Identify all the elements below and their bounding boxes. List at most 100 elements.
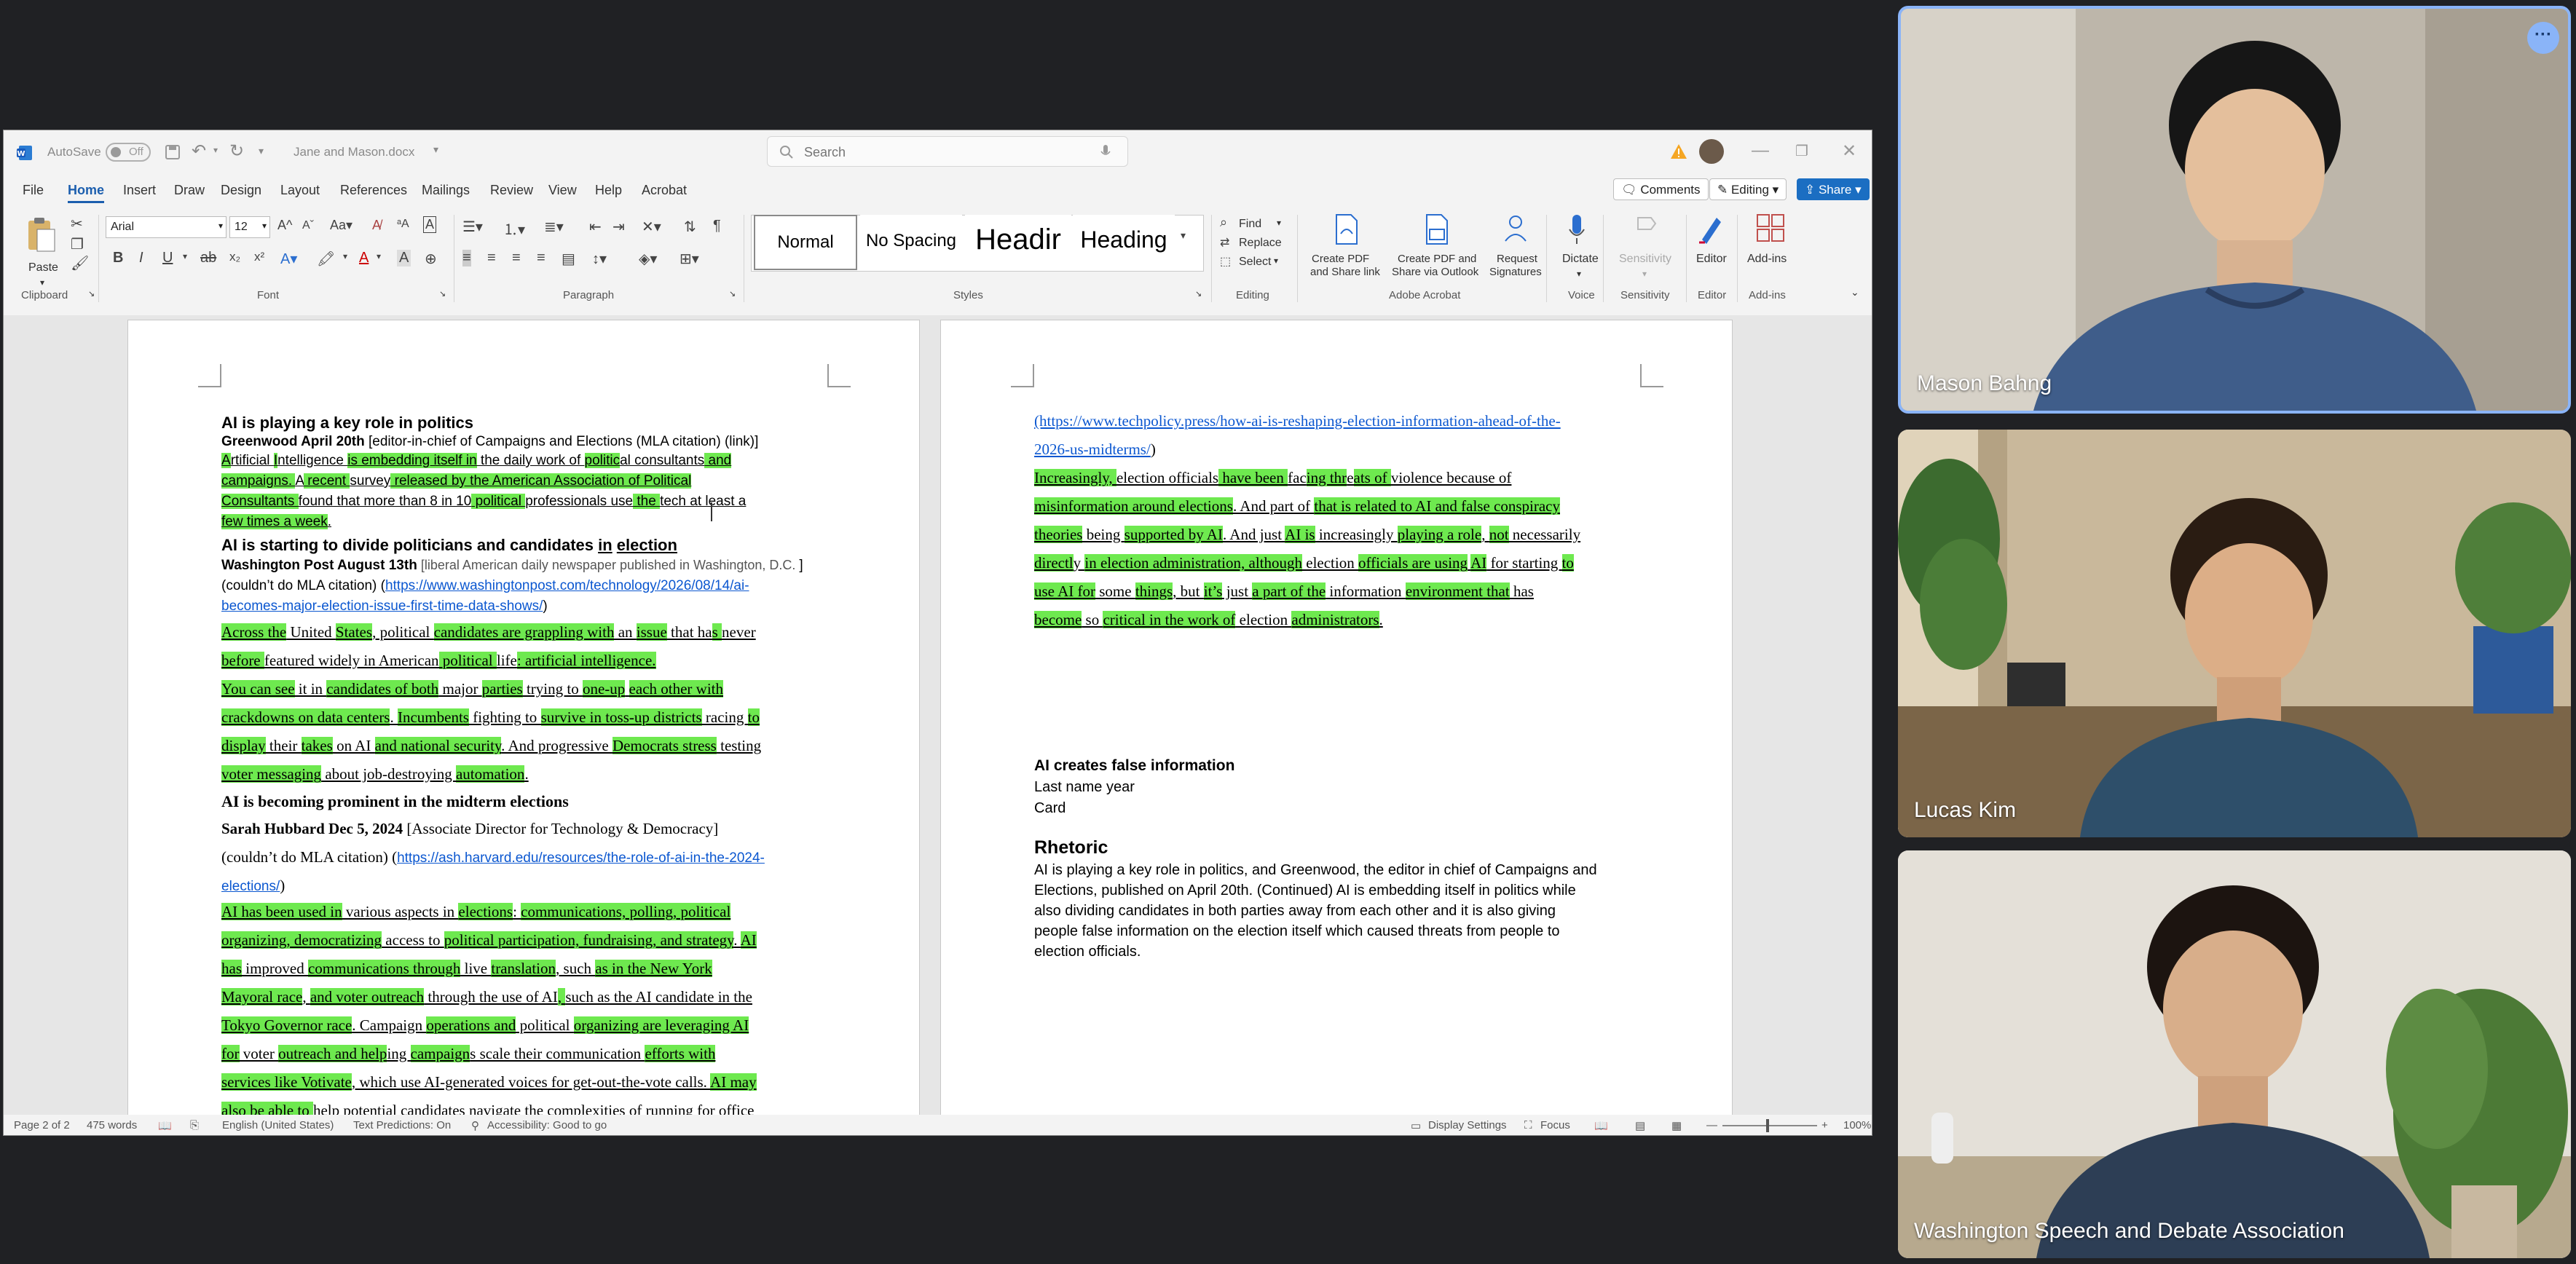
multilevel-list-icon[interactable]: ≣▾ xyxy=(544,218,564,236)
editor-button[interactable]: Editor xyxy=(1696,253,1727,266)
link-harvard-2[interactable]: elections/ xyxy=(221,879,280,894)
replace-button[interactable]: Replace xyxy=(1239,237,1282,250)
font-size-dropdown[interactable]: 12 ▾ xyxy=(229,216,270,238)
character-border-icon[interactable]: A xyxy=(423,216,437,233)
editor-icon[interactable] xyxy=(1696,213,1725,245)
create-pdf-button[interactable]: Create PDF xyxy=(1312,253,1369,265)
paragraph-launcher-icon[interactable]: ↘ xyxy=(729,289,736,299)
italic-icon[interactable]: I xyxy=(139,250,143,266)
grow-font-icon[interactable]: A^ xyxy=(277,218,292,233)
numbering-icon[interactable]: ⒈▾ xyxy=(503,218,525,239)
copy-icon[interactable]: ❐ xyxy=(71,235,84,253)
print-layout-icon[interactable]: ▤ xyxy=(1635,1119,1645,1132)
request-signatures-button[interactable]: Request xyxy=(1497,253,1537,265)
dictate-icon[interactable] xyxy=(1568,213,1586,245)
highlight-icon[interactable]: 🖍 xyxy=(317,250,335,268)
search-input[interactable] xyxy=(803,143,1082,162)
style-normal[interactable]: Normal xyxy=(754,215,857,270)
save-icon[interactable] xyxy=(164,143,181,161)
language[interactable]: English (United States) xyxy=(222,1119,334,1131)
menu-file[interactable]: File xyxy=(23,183,44,198)
find-dropdown-icon[interactable]: ▾ xyxy=(1277,218,1281,228)
menu-acrobat[interactable]: Acrobat xyxy=(642,183,687,198)
zoom-slider-thumb[interactable] xyxy=(1766,1119,1769,1132)
accessibility-status[interactable]: Accessibility: Good to go xyxy=(487,1119,607,1131)
menu-insert[interactable]: Insert xyxy=(123,183,156,198)
select-button[interactable]: Select xyxy=(1239,256,1271,269)
cut-icon[interactable]: ✂ xyxy=(71,215,83,233)
accessibility-macro-icon[interactable]: ⎘ xyxy=(190,1119,199,1131)
style-heading-2[interactable]: Heading xyxy=(1073,215,1175,270)
web-layout-icon[interactable]: ▦ xyxy=(1671,1119,1682,1132)
sort-icon[interactable]: ⇅ xyxy=(684,218,696,236)
video-tile-wsda[interactable]: Washington Speech and Debate Association xyxy=(1898,850,2571,1258)
menu-home[interactable]: Home xyxy=(68,183,105,203)
link-washington-post[interactable]: https://www.washingtonpost.com/technolog… xyxy=(385,578,749,593)
menu-design[interactable]: Design xyxy=(221,183,261,198)
line-spacing-icon[interactable]: ↕▾ xyxy=(592,250,607,268)
editing-mode-button[interactable]: ✎ Editing ▾ xyxy=(1709,178,1787,200)
document-title[interactable]: Jane and Mason.docx xyxy=(294,145,414,159)
font-name-dropdown[interactable]: Arial ▾ xyxy=(106,216,227,238)
video-tile-mason[interactable]: ··· Mason Bahng xyxy=(1898,6,2571,414)
bold-icon[interactable]: B xyxy=(113,250,123,266)
customize-toolbar-icon[interactable]: ▾ xyxy=(259,145,264,157)
undo-icon[interactable]: ↶ xyxy=(192,141,206,162)
video-tile-lucas[interactable]: Lucas Kim xyxy=(1898,430,2571,837)
clipboard-launcher-icon[interactable]: ↘ xyxy=(88,289,95,299)
undo-dropdown-icon[interactable]: ▾ xyxy=(213,145,218,155)
menu-mailings[interactable]: Mailings xyxy=(422,183,470,198)
maximize-button[interactable]: ❐ xyxy=(1795,142,1808,160)
paste-button[interactable]: Paste xyxy=(28,261,58,274)
align-right-icon[interactable]: ≡ xyxy=(512,250,521,266)
styles-more-icon[interactable]: ▾ xyxy=(1181,229,1186,242)
bullets-icon[interactable]: ☰▾ xyxy=(462,218,483,236)
title-dropdown-icon[interactable]: ▾ xyxy=(433,143,438,156)
menu-draw[interactable]: Draw xyxy=(174,183,205,198)
shrink-font-icon[interactable]: Aˇ xyxy=(302,219,314,232)
zoom-out-icon[interactable]: — xyxy=(1706,1119,1717,1131)
add-ins-icon[interactable] xyxy=(1756,213,1785,242)
align-left-icon[interactable]: ≡ xyxy=(462,250,471,266)
show-formatting-icon[interactable]: ¶ xyxy=(713,218,721,234)
menu-review[interactable]: Review xyxy=(490,183,533,198)
dictate-button[interactable]: Dictate xyxy=(1562,253,1599,266)
page-right[interactable]: (https://www.techpolicy.press/how-ai-is-… xyxy=(940,320,1733,1115)
text-predictions[interactable]: Text Predictions: On xyxy=(353,1119,451,1131)
font-launcher-icon[interactable]: ↘ xyxy=(439,289,446,299)
find-button[interactable]: Find xyxy=(1239,218,1261,231)
underline-dropdown-icon[interactable]: ▾ xyxy=(183,251,187,261)
borders-icon[interactable]: ⊞▾ xyxy=(680,250,699,268)
justify-icon[interactable]: ≡ xyxy=(537,250,545,266)
add-ins-button[interactable]: Add-ins xyxy=(1747,253,1787,266)
minimize-button[interactable]: — xyxy=(1752,141,1769,161)
close-button[interactable]: ✕ xyxy=(1842,141,1856,162)
create-pdf-outlook-button[interactable]: Create PDF and xyxy=(1398,253,1476,265)
change-case-icon[interactable]: Aa▾ xyxy=(330,218,352,233)
search-box[interactable] xyxy=(767,136,1128,167)
select-dropdown-icon[interactable]: ▾ xyxy=(1274,256,1278,266)
paste-icon[interactable] xyxy=(25,216,58,254)
shading-icon[interactable]: ◈▾ xyxy=(639,250,657,268)
clear-formatting-icon[interactable]: A̸ xyxy=(372,218,381,233)
align-center-icon[interactable]: ≡ xyxy=(487,250,496,266)
style-no-spacing[interactable]: No Spacing xyxy=(860,215,962,270)
page-count[interactable]: Page 2 of 2 xyxy=(14,1119,70,1131)
microphone-icon[interactable] xyxy=(1100,144,1111,160)
focus-mode[interactable]: Focus xyxy=(1540,1119,1570,1131)
read-mode-icon[interactable]: 📖 xyxy=(1594,1119,1608,1132)
font-color-dropdown-icon[interactable]: ▾ xyxy=(377,251,381,261)
proofing-icon[interactable]: 📖 xyxy=(158,1119,172,1132)
decrease-indent-icon[interactable]: ⇤ xyxy=(589,218,602,236)
autosave-toggle[interactable]: Off xyxy=(106,143,151,162)
redo-icon[interactable]: ↻ xyxy=(229,141,244,162)
menu-references[interactable]: References xyxy=(340,183,407,198)
comments-button[interactable]: 🗨 Comments xyxy=(1613,178,1709,200)
user-avatar[interactable] xyxy=(1699,139,1724,164)
underline-icon[interactable]: U xyxy=(162,250,173,266)
text-effects-icon[interactable]: A▾ xyxy=(280,250,297,268)
menu-view[interactable]: View xyxy=(548,183,577,198)
menu-layout[interactable]: Layout xyxy=(280,183,320,198)
link-techpolicy[interactable]: (https://www.techpolicy.press/how-ai-is-… xyxy=(1034,412,1561,430)
font-color-icon[interactable]: A xyxy=(359,250,369,266)
